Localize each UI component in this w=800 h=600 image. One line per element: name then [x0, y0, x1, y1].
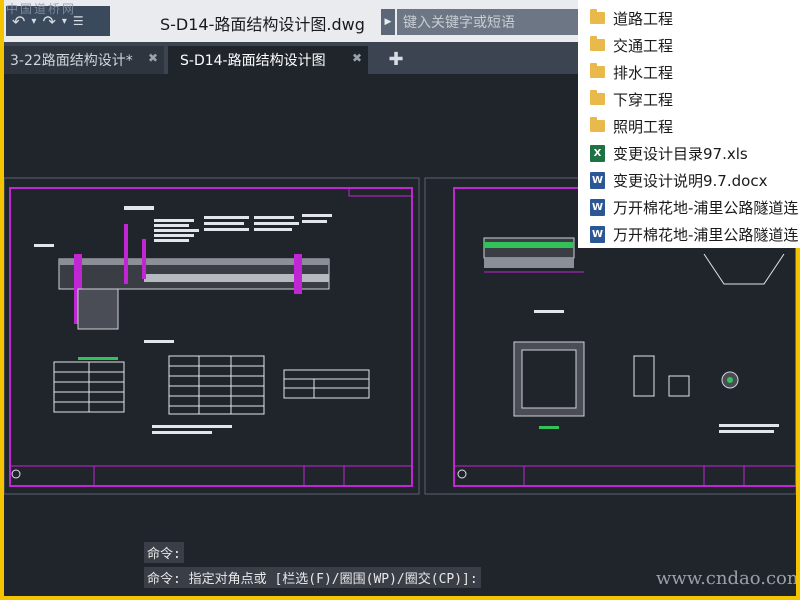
folder-icon [590, 90, 605, 105]
folder-icon [590, 36, 605, 51]
watermark-logo: 中国道桥网 [6, 2, 77, 16]
file-explorer-panel: 道路工程 交通工程 排水工程 下穿工程 照明工程 X 变更设计目录97.xls W… [578, 0, 800, 248]
list-item[interactable]: W 变更设计说明9.7.docx [590, 169, 767, 191]
close-icon[interactable]: ✖ [148, 51, 158, 65]
expand-arrow-icon[interactable]: ▶ [381, 9, 395, 35]
tab-current-drawing[interactable]: S-D14-路面结构设计图 ✖ [168, 46, 368, 74]
list-item[interactable]: 排水工程 [590, 61, 673, 83]
folder-icon [590, 63, 605, 78]
tab-label: S-D14-路面结构设计图 [180, 53, 326, 69]
command-history-line: 命令: [144, 542, 184, 563]
tab-road-structure[interactable]: 3-22路面结构设计* ✖ [4, 46, 164, 74]
list-item[interactable]: W 万开棉花地-浦里公路隧道连 [590, 196, 798, 218]
folder-icon [590, 117, 605, 132]
list-item[interactable]: 照明工程 [590, 115, 673, 137]
folder-icon [590, 9, 605, 24]
sheet-left [9, 187, 413, 487]
excel-file-icon: X [590, 144, 605, 162]
list-item[interactable]: W 万开棉花地-浦里公路隧道连 [590, 223, 798, 245]
word-file-icon: W [590, 225, 605, 243]
site-watermark: www.cndao.com [656, 568, 796, 589]
tab-label: 3-22路面结构设计* [10, 53, 133, 69]
list-item[interactable]: 道路工程 [590, 7, 673, 29]
new-tab-button[interactable]: ✚ [384, 48, 408, 70]
command-history-line: 命令: 指定对角点或 [栏选(F)/圈围(WP)/圈交(CP)]: [144, 567, 481, 588]
list-item[interactable]: X 变更设计目录97.xls [590, 142, 748, 164]
close-icon[interactable]: ✖ [352, 51, 362, 65]
dropdown-icon[interactable]: ▾ [31, 16, 36, 27]
word-file-icon: W [590, 171, 605, 189]
list-item[interactable]: 交通工程 [590, 34, 673, 56]
word-file-icon: W [590, 198, 605, 216]
document-title: S-D14-路面结构设计图.dwg [160, 15, 365, 34]
dropdown-icon[interactable]: ▾ [62, 16, 67, 27]
search-input[interactable]: 键入关键字或短语 [397, 9, 582, 35]
list-item[interactable]: 下穿工程 [590, 88, 673, 110]
